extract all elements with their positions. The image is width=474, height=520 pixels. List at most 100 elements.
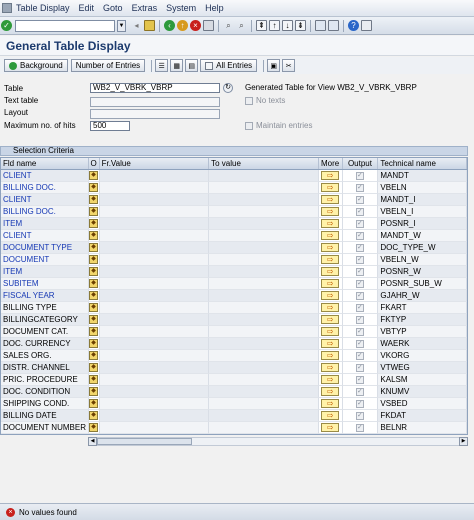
more-cell[interactable]: ⇨ (318, 278, 343, 290)
more-cell[interactable]: ⇨ (318, 350, 343, 362)
output-cell[interactable]: ✓ (342, 242, 379, 254)
output-checkbox[interactable]: ✓ (355, 243, 364, 252)
scroll-right-icon[interactable]: ▶ (459, 437, 468, 446)
selection-option-icon[interactable]: ◆ (89, 399, 99, 408)
from-value-input[interactable] (99, 218, 210, 230)
print-preview-icon[interactable]: ▣ (267, 59, 281, 72)
selection-option-icon[interactable]: ◆ (89, 327, 99, 336)
more-cell[interactable]: ⇨ (318, 386, 343, 398)
find-icon[interactable]: ⌕ (223, 20, 234, 31)
selection-option-cell[interactable]: ◆ (88, 182, 100, 194)
table-field[interactable]: WB2_V_VBRK_VBRP (90, 83, 220, 93)
to-value-input[interactable] (209, 350, 319, 362)
selection-option-cell[interactable]: ◆ (88, 266, 100, 278)
selection-option-icon[interactable]: ◆ (89, 351, 99, 360)
selection-option-cell[interactable]: ◆ (88, 302, 100, 314)
selection-option-icon[interactable]: ◆ (89, 291, 99, 300)
to-value-input[interactable] (209, 230, 319, 242)
output-checkbox[interactable]: ✓ (355, 375, 364, 384)
refresh-icon[interactable]: ↻ (223, 83, 233, 93)
multiple-selection-icon[interactable]: ⇨ (321, 243, 340, 252)
output-checkbox[interactable]: ✓ (355, 423, 364, 432)
output-cell[interactable]: ✓ (342, 278, 379, 290)
multiple-selection-icon[interactable]: ⇨ (321, 411, 340, 420)
output-cell[interactable]: ✓ (342, 374, 379, 386)
from-value-input[interactable] (99, 254, 210, 266)
output-cell[interactable]: ✓ (342, 218, 379, 230)
to-value-input[interactable] (209, 302, 319, 314)
selection-option-icon[interactable]: ◆ (89, 195, 99, 204)
multiple-selection-icon[interactable]: ⇨ (321, 423, 340, 432)
scroll-thumb[interactable] (97, 438, 192, 445)
multiple-selection-icon[interactable]: ⇨ (321, 291, 340, 300)
output-checkbox[interactable]: ✓ (355, 387, 364, 396)
output-checkbox[interactable]: ✓ (355, 327, 364, 336)
output-cell[interactable]: ✓ (342, 302, 379, 314)
multiple-selection-icon[interactable]: ⇨ (321, 207, 340, 216)
output-checkbox[interactable]: ✓ (355, 339, 364, 348)
output-cell[interactable]: ✓ (342, 314, 379, 326)
selection-option-icon[interactable]: ◆ (89, 231, 99, 240)
selection-option-cell[interactable]: ◆ (88, 218, 100, 230)
to-value-input[interactable] (209, 266, 319, 278)
to-value-input[interactable] (209, 398, 319, 410)
selection-option-icon[interactable]: ◆ (89, 387, 99, 396)
more-cell[interactable]: ⇨ (318, 194, 343, 206)
output-cell[interactable]: ✓ (342, 254, 379, 266)
output-cell[interactable]: ✓ (342, 338, 379, 350)
multiple-selection-icon[interactable]: ⇨ (321, 219, 340, 228)
output-checkbox[interactable]: ✓ (355, 279, 364, 288)
output-checkbox[interactable]: ✓ (355, 231, 364, 240)
multiple-selection-icon[interactable]: ⇨ (321, 387, 340, 396)
to-value-input[interactable] (209, 290, 319, 302)
command-history-icon[interactable]: ▼ (117, 19, 126, 32)
horizontal-scrollbar[interactable]: ◀ ▶ (88, 437, 468, 446)
from-value-input[interactable] (99, 386, 210, 398)
to-value-input[interactable] (209, 182, 319, 194)
number-of-entries-button[interactable]: Number of Entries (70, 59, 146, 72)
selection-option-cell[interactable]: ◆ (88, 254, 100, 266)
selection-option-icon[interactable]: ◆ (89, 171, 99, 180)
multiple-selection-icon[interactable]: ⇨ (321, 315, 340, 324)
more-cell[interactable]: ⇨ (318, 374, 343, 386)
to-value-input[interactable] (209, 326, 319, 338)
from-value-input[interactable] (99, 182, 210, 194)
select-fields-icon[interactable]: ▤ (185, 59, 199, 72)
output-checkbox[interactable]: ✓ (355, 171, 364, 180)
selection-option-cell[interactable]: ◆ (88, 374, 100, 386)
max-hits-field[interactable]: 500 (90, 121, 130, 131)
more-cell[interactable]: ⇨ (318, 230, 343, 242)
selection-option-cell[interactable]: ◆ (88, 194, 100, 206)
to-value-input[interactable] (209, 170, 319, 182)
cancel-icon[interactable]: × (190, 20, 201, 31)
selection-option-cell[interactable]: ◆ (88, 398, 100, 410)
scroll-left-icon[interactable]: ◀ (88, 437, 97, 446)
from-value-input[interactable] (99, 266, 210, 278)
enter-icon[interactable]: ✓ (1, 20, 12, 31)
text-table-field[interactable] (90, 97, 220, 107)
to-value-input[interactable] (209, 206, 319, 218)
menu-extras[interactable]: Extras (132, 3, 158, 13)
more-cell[interactable]: ⇨ (318, 326, 343, 338)
shortcut-icon[interactable] (328, 20, 339, 31)
selection-option-cell[interactable]: ◆ (88, 314, 100, 326)
more-cell[interactable]: ⇨ (318, 266, 343, 278)
output-cell[interactable]: ✓ (342, 362, 379, 374)
menu-help[interactable]: Help (205, 3, 224, 13)
selection-option-cell[interactable]: ◆ (88, 338, 100, 350)
more-cell[interactable]: ⇨ (318, 302, 343, 314)
delete-selection-icon[interactable]: ✂ (282, 59, 296, 72)
selection-option-cell[interactable]: ◆ (88, 410, 100, 422)
output-checkbox[interactable]: ✓ (355, 315, 364, 324)
output-cell[interactable]: ✓ (342, 206, 379, 218)
more-cell[interactable]: ⇨ (318, 242, 343, 254)
more-cell[interactable]: ⇨ (318, 206, 343, 218)
output-checkbox[interactable]: ✓ (355, 363, 364, 372)
selection-option-cell[interactable]: ◆ (88, 290, 100, 302)
to-value-input[interactable] (209, 194, 319, 206)
from-value-input[interactable] (99, 278, 210, 290)
selection-option-icon[interactable]: ◆ (89, 279, 99, 288)
menu-table-display[interactable]: Table Display (16, 3, 70, 13)
menu-edit[interactable]: Edit (79, 3, 95, 13)
output-cell[interactable]: ✓ (342, 182, 379, 194)
